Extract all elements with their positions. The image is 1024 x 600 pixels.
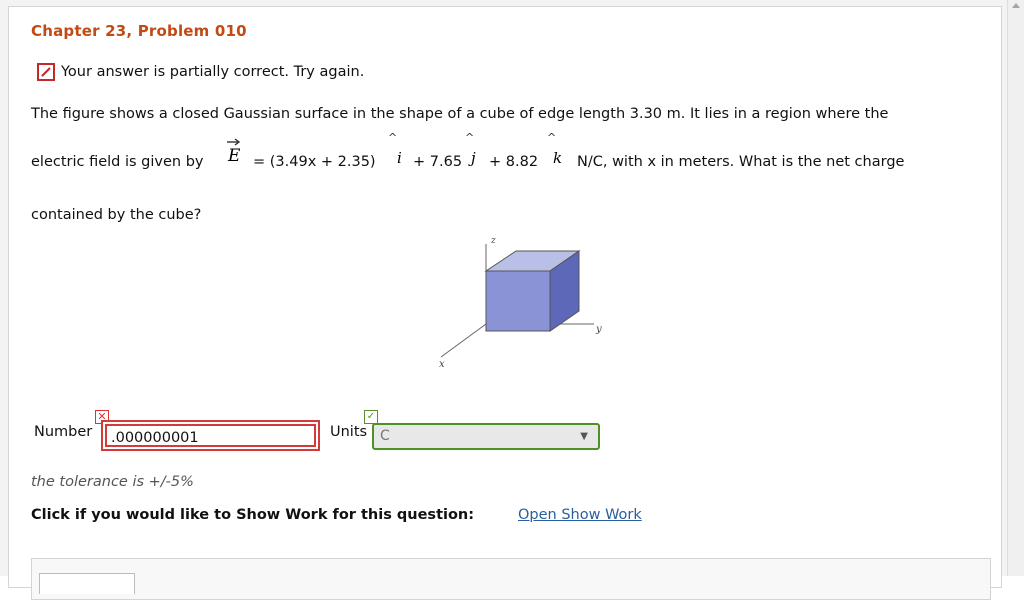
axis-label-z: z	[490, 236, 496, 246]
cube-front-face	[485, 270, 551, 332]
expression-part-4: N/C, with x in meters. What is the net c…	[577, 154, 905, 170]
scroll-up-arrow-icon[interactable]	[1012, 3, 1020, 8]
k-hat-icon: ^	[547, 131, 557, 144]
pencil-icon	[37, 63, 55, 81]
axis-label-x: x	[439, 359, 445, 370]
gaussian-cube-figure: z y x	[439, 236, 602, 370]
axis-label-y: y	[595, 324, 602, 335]
x-axis-line	[440, 323, 487, 358]
dropdown-arrow-icon[interactable]: ▼	[580, 431, 588, 442]
number-label: Number	[34, 424, 93, 440]
open-show-work-link[interactable]: Open Show Work	[518, 507, 642, 523]
question-line-3: contained by the cube?	[31, 207, 202, 223]
units-selected-value: C	[380, 428, 390, 444]
unit-vector-i: i	[397, 149, 402, 167]
question-panel: Chapter 23, Problem 010 Your answer is p…	[8, 6, 1002, 600]
vertical-scrollbar[interactable]	[1007, 0, 1024, 576]
i-hat-icon: ^	[388, 131, 398, 144]
status-text: Your answer is partially correct. Try ag…	[61, 64, 365, 80]
question-line-1: The figure shows a closed Gaussian surfa…	[31, 106, 889, 122]
number-input[interactable]: .000000001	[101, 420, 320, 451]
correct-check-icon: ✓	[364, 410, 378, 424]
hint-section	[31, 558, 991, 600]
number-input-value[interactable]: .000000001	[105, 424, 316, 447]
expression-part-3: + 8.82	[489, 154, 539, 170]
expression-part-2: + 7.65	[413, 154, 463, 170]
browser-viewport: Chapter 23, Problem 010 Your answer is p…	[0, 0, 1024, 600]
units-select[interactable]: C ▼	[372, 423, 600, 450]
problem-title: Chapter 23, Problem 010	[31, 22, 247, 40]
answer-status: Your answer is partially correct. Try ag…	[37, 63, 364, 81]
show-work-prompt: Click if you would like to Show Work for…	[31, 507, 475, 523]
j-hat-icon: ^	[465, 131, 475, 144]
units-label: Units	[330, 424, 368, 440]
tolerance-note: the tolerance is +/-5%	[31, 474, 194, 490]
expression-part-1: = (3.49x + 2.35)	[253, 154, 376, 170]
unit-vector-j: j	[471, 149, 476, 167]
question-line-2-prefix: electric field is given by	[31, 154, 204, 170]
electric-field-symbol: E	[228, 146, 241, 166]
unit-vector-k: k	[553, 149, 563, 167]
hint-tab[interactable]	[39, 573, 135, 594]
